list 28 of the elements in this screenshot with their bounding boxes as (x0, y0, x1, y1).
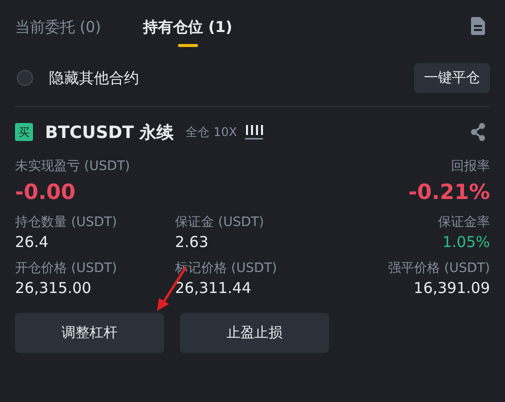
bars-icon (245, 124, 264, 140)
tab[interactable]: 持有仓位 (1) (143, 4, 232, 48)
hide-others-label: 隐藏其他合约 (49, 68, 139, 88)
stat-label: 未实现盈亏 (USDT) (15, 158, 130, 175)
tab[interactable]: 当前委托 (0) (15, 4, 102, 48)
stat-label: 开仓价格 (USDT) (15, 260, 118, 277)
close-all-button[interactable]: 一键平仓 (414, 63, 490, 93)
stat-value: 1.05% (442, 233, 490, 251)
stat-value: -0.21% (408, 179, 490, 206)
stat-label: 回报率 (451, 158, 490, 175)
share-icon[interactable] (470, 123, 486, 141)
action-button[interactable]: 调整杠杆 (15, 313, 164, 353)
stat-label: 保证金 (USDT) (175, 214, 265, 231)
action-button[interactable]: 止盈止损 (180, 313, 329, 353)
symbol-title: BTCUSDT 永续 (45, 122, 174, 144)
stat-value: 26.4 (15, 233, 50, 251)
stat-value: 2.63 (175, 233, 210, 251)
stat-label: 强平价格 (USDT) (388, 260, 490, 277)
stat-value: 26,315.00 (15, 279, 92, 297)
stat-value: -0.00 (15, 179, 77, 206)
stat-value: 26,311.44 (175, 279, 252, 297)
document-icon[interactable] (471, 17, 485, 35)
stat-label: 保证金率 (438, 214, 490, 231)
stat-label: 持仓数量 (USDT) (15, 214, 118, 231)
margin-mode: 全仓 10X (186, 124, 238, 140)
stat-value: 16,391.09 (414, 279, 490, 297)
radio-button[interactable] (17, 70, 33, 86)
side-badge: 买 (15, 123, 33, 141)
